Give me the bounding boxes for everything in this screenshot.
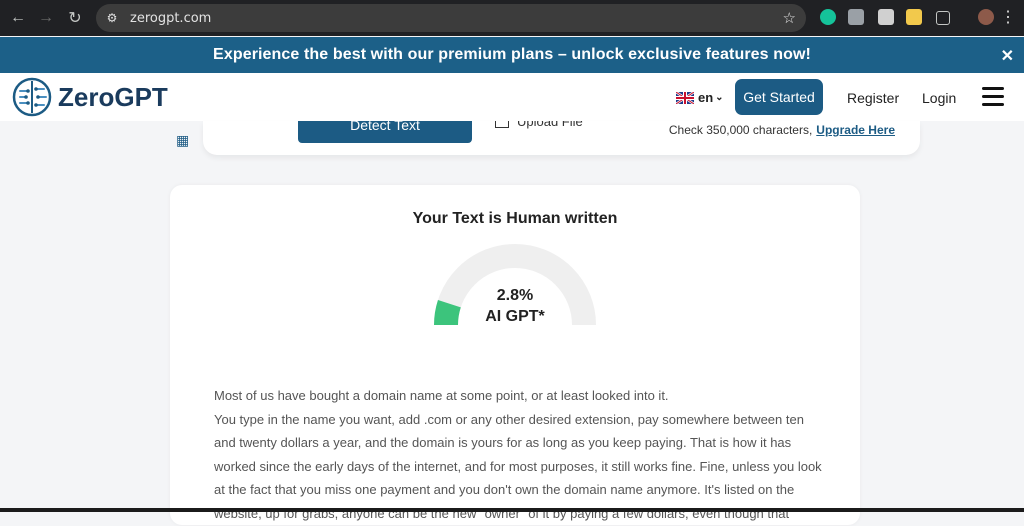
close-icon[interactable]: ✕ bbox=[1001, 46, 1014, 66]
ai-label: AI GPT* bbox=[485, 308, 545, 325]
calculator-icon[interactable]: ▦ bbox=[176, 132, 192, 148]
extension-icon[interactable] bbox=[878, 9, 894, 25]
ai-percentage: 2.8% bbox=[496, 287, 534, 304]
register-link[interactable]: Register bbox=[847, 90, 899, 106]
language-code: en bbox=[698, 90, 714, 105]
upload-file-button[interactable]: Upload File bbox=[495, 121, 583, 129]
taskbar-edge bbox=[0, 508, 1024, 512]
address-bar[interactable]: ⚙ zerogpt.com ☆ bbox=[96, 4, 806, 32]
forward-icon[interactable]: → bbox=[32, 4, 60, 32]
grammarly-extension-icon[interactable] bbox=[820, 9, 836, 25]
login-link[interactable]: Login bbox=[922, 90, 956, 106]
get-started-button[interactable]: Get Started bbox=[735, 79, 823, 115]
character-limit-text: Check 350,000 characters, bbox=[668, 123, 813, 137]
hamburger-menu-icon[interactable] bbox=[982, 87, 1004, 107]
site-info-icon[interactable]: ⚙ bbox=[104, 10, 120, 26]
avatar[interactable] bbox=[978, 9, 994, 25]
language-selector[interactable]: en ⌄ bbox=[676, 90, 724, 105]
detect-text-button[interactable]: Detect Text bbox=[298, 121, 472, 143]
upload-icon bbox=[495, 121, 509, 128]
upgrade-link[interactable]: Upgrade Here bbox=[816, 123, 895, 137]
back-icon[interactable]: ← bbox=[4, 4, 32, 32]
promo-banner: Experience the best with our premium pla… bbox=[0, 37, 1024, 73]
result-title: Your Text is Human written bbox=[412, 210, 618, 227]
extension-icon[interactable] bbox=[848, 9, 864, 25]
character-limit-note: Check 350,000 characters, Upgrade Here bbox=[669, 123, 895, 137]
bookmark-star-icon[interactable]: ☆ bbox=[783, 9, 796, 27]
chevron-down-icon: ⌄ bbox=[715, 92, 724, 103]
url-text: zerogpt.com bbox=[130, 10, 212, 26]
brand-name: ZeroGPT bbox=[58, 81, 168, 112]
site-header: ZeroGPT en ⌄ Get Started Register Login bbox=[0, 73, 1024, 121]
brain-logo-icon bbox=[12, 77, 52, 117]
uk-flag-icon bbox=[676, 91, 694, 104]
logo[interactable]: ZeroGPT bbox=[12, 77, 168, 117]
analyzed-paragraph: Most of us have bought a domain name at … bbox=[214, 388, 669, 403]
upload-file-label: Upload File bbox=[517, 121, 583, 129]
input-card-footer: Detect Text Upload File Check 350,000 ch… bbox=[203, 121, 920, 155]
more-options-icon[interactable]: ⋮ bbox=[1000, 7, 1016, 27]
analyzed-text: Most of us have bought a domain name at … bbox=[214, 384, 824, 526]
extension-icon[interactable] bbox=[906, 9, 922, 25]
promo-text[interactable]: Experience the best with our premium pla… bbox=[213, 46, 811, 64]
browser-toolbar: ← → ↻ ⚙ zerogpt.com ☆ ⋮ bbox=[0, 0, 1024, 36]
extensions-puzzle-icon[interactable] bbox=[936, 11, 950, 25]
reload-icon[interactable]: ↻ bbox=[61, 4, 89, 32]
result-card: Your Text is Human written 2.8% AI GPT* … bbox=[170, 185, 860, 525]
